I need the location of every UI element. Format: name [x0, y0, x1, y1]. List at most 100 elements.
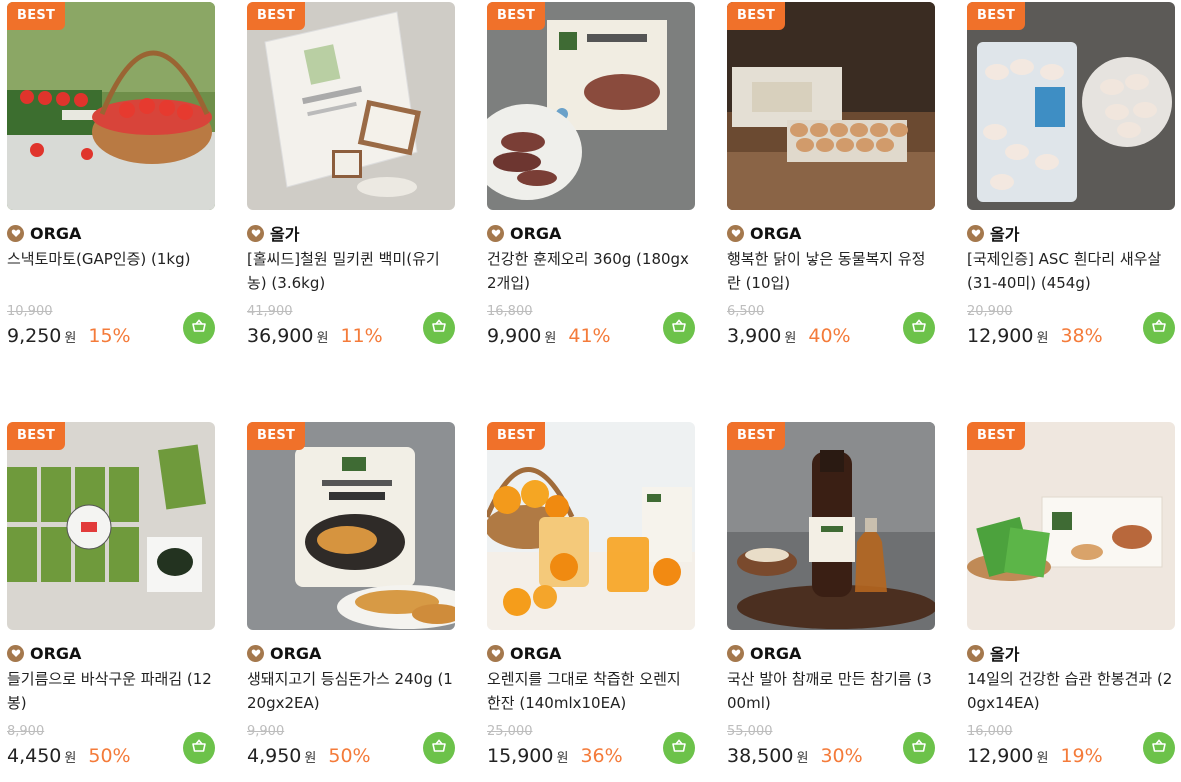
add-to-cart-button[interactable] [663, 732, 695, 764]
add-to-cart-button[interactable] [903, 732, 935, 764]
brand-heart-icon [7, 644, 24, 662]
product-image-tomato[interactable] [7, 2, 215, 210]
product-card[interactable]: BEST ORGA 행복한 닭이 낳은 동물복지 유정란 (10입) 6,500… [727, 2, 935, 362]
shopping-basket-icon [1151, 738, 1167, 758]
shopping-basket-icon [431, 318, 447, 338]
add-to-cart-button[interactable] [183, 732, 215, 764]
best-badge: BEST [487, 2, 546, 30]
discount-rate: 50% [328, 745, 371, 767]
product-name[interactable]: 스낵토마토(GAP인증) (1kg) [7, 247, 215, 271]
shopping-basket-icon [911, 738, 927, 758]
brand-heart-icon [7, 224, 24, 242]
shopping-basket-icon [1151, 318, 1167, 338]
product-card[interactable]: BEST ORGA 들기름으로 바삭구운 파래김 (12봉) 8,900 4,4… [7, 422, 215, 782]
brand[interactable]: 올가 [967, 642, 1019, 664]
sale-price: 12,900 [967, 745, 1034, 767]
best-badge: BEST [967, 2, 1026, 30]
brand-heart-icon [967, 224, 984, 242]
currency-unit: 원 [304, 751, 317, 766]
price-row: 15,900 원 36% [487, 745, 623, 767]
brand-name: ORGA [750, 643, 802, 663]
product-card[interactable]: BEST 올가 [홀씨드]철원 밀키퀸 백미(유기농) (3.6kg) 41,9… [247, 2, 455, 362]
product-card[interactable]: BEST ORGA 국산 발아 참깨로 만든 참기름 (300ml) 55,00… [727, 422, 935, 782]
brand[interactable]: ORGA [727, 642, 801, 664]
brand[interactable]: ORGA [7, 222, 81, 244]
product-card[interactable]: BEST ORGA 생돼지고기 등심돈가스 240g (120gx2EA) 9,… [247, 422, 455, 782]
brand[interactable]: ORGA [487, 222, 561, 244]
product-name[interactable]: [국제인증] ASC 흰다리 새우살(31-40미) (454g) [967, 247, 1175, 295]
brand[interactable]: ORGA [727, 222, 801, 244]
product-image-rice[interactable] [247, 2, 455, 210]
brand-heart-icon [247, 224, 264, 242]
product-card[interactable]: BEST 올가 [국제인증] ASC 흰다리 새우살(31-40미) (454g… [967, 2, 1175, 362]
shopping-basket-icon [671, 738, 687, 758]
currency-unit: 원 [784, 331, 797, 346]
best-badge: BEST [7, 422, 66, 450]
sale-price: 4,950 [247, 745, 302, 767]
add-to-cart-button[interactable] [663, 312, 695, 344]
brand-name: ORGA [510, 223, 562, 243]
currency-unit: 원 [1036, 751, 1049, 766]
sale-price: 9,250 [7, 325, 62, 347]
product-image-pork-cutlet[interactable] [247, 422, 455, 630]
product-name[interactable]: 들기름으로 바삭구운 파래김 (12봉) [7, 667, 215, 715]
original-price: 16,000 [967, 724, 1013, 739]
price-row: 36,900 원 11% [247, 325, 383, 347]
add-to-cart-button[interactable] [423, 732, 455, 764]
original-price: 10,900 [7, 304, 53, 319]
sale-price: 12,900 [967, 325, 1034, 347]
product-name[interactable]: [홀씨드]철원 밀키퀸 백미(유기농) (3.6kg) [247, 247, 455, 295]
best-badge: BEST [487, 422, 546, 450]
product-image-eggs[interactable] [727, 2, 935, 210]
shopping-basket-icon [911, 318, 927, 338]
original-price: 8,900 [7, 724, 45, 739]
discount-rate: 38% [1060, 325, 1103, 347]
brand-name: 올가 [990, 645, 1020, 664]
brand[interactable]: ORGA [247, 642, 321, 664]
price-row: 4,450 원 50% [7, 745, 131, 767]
currency-unit: 원 [64, 751, 77, 766]
product-image-seaweed[interactable] [7, 422, 215, 630]
shopping-basket-icon [191, 318, 207, 338]
brand[interactable]: 올가 [967, 222, 1019, 244]
product-image-sesame-oil[interactable] [727, 422, 935, 630]
brand-heart-icon [487, 644, 504, 662]
currency-unit: 원 [796, 751, 809, 766]
product-image-orange-juice[interactable] [487, 422, 695, 630]
product-image-duck[interactable] [487, 2, 695, 210]
sale-price: 36,900 [247, 325, 314, 347]
shopping-basket-icon [191, 738, 207, 758]
product-name[interactable]: 14일의 건강한 습관 한봉견과 (20gx14EA) [967, 667, 1175, 715]
brand-heart-icon [487, 224, 504, 242]
product-card[interactable]: BEST ORGA 오렌지를 그대로 착즙한 오렌지 한잔 (140mlx10E… [487, 422, 695, 782]
product-card[interactable]: BEST ORGA 건강한 훈제오리 360g (180gx2개입) 16,80… [487, 2, 695, 362]
discount-rate: 19% [1060, 745, 1103, 767]
add-to-cart-button[interactable] [1143, 312, 1175, 344]
product-name[interactable]: 행복한 닭이 낳은 동물복지 유정란 (10입) [727, 247, 935, 295]
best-badge: BEST [967, 422, 1026, 450]
product-image-nuts[interactable] [967, 422, 1175, 630]
add-to-cart-button[interactable] [1143, 732, 1175, 764]
brand-name: ORGA [270, 643, 322, 663]
brand[interactable]: ORGA [487, 642, 561, 664]
add-to-cart-button[interactable] [183, 312, 215, 344]
product-image-shrimp[interactable] [967, 2, 1175, 210]
brand[interactable]: 올가 [247, 222, 299, 244]
original-price: 55,000 [727, 724, 773, 739]
product-name[interactable]: 생돼지고기 등심돈가스 240g (120gx2EA) [247, 667, 455, 715]
sale-price: 3,900 [727, 325, 782, 347]
currency-unit: 원 [316, 331, 329, 346]
shopping-basket-icon [671, 318, 687, 338]
product-name[interactable]: 국산 발아 참깨로 만든 참기름 (300ml) [727, 667, 935, 715]
price-row: 3,900 원 40% [727, 325, 851, 347]
add-to-cart-button[interactable] [903, 312, 935, 344]
brand-name: ORGA [750, 223, 802, 243]
sale-price: 15,900 [487, 745, 554, 767]
product-card[interactable]: BEST ORGA 스낵토마토(GAP인증) (1kg) 10,900 9,25… [7, 2, 215, 362]
add-to-cart-button[interactable] [423, 312, 455, 344]
product-name[interactable]: 건강한 훈제오리 360g (180gx2개입) [487, 247, 695, 295]
price-row: 12,900 원 38% [967, 325, 1103, 347]
product-card[interactable]: BEST 올가 14일의 건강한 습관 한봉견과 (20gx14EA) 16,0… [967, 422, 1175, 782]
product-name[interactable]: 오렌지를 그대로 착즙한 오렌지 한잔 (140mlx10EA) [487, 667, 695, 715]
brand[interactable]: ORGA [7, 642, 81, 664]
